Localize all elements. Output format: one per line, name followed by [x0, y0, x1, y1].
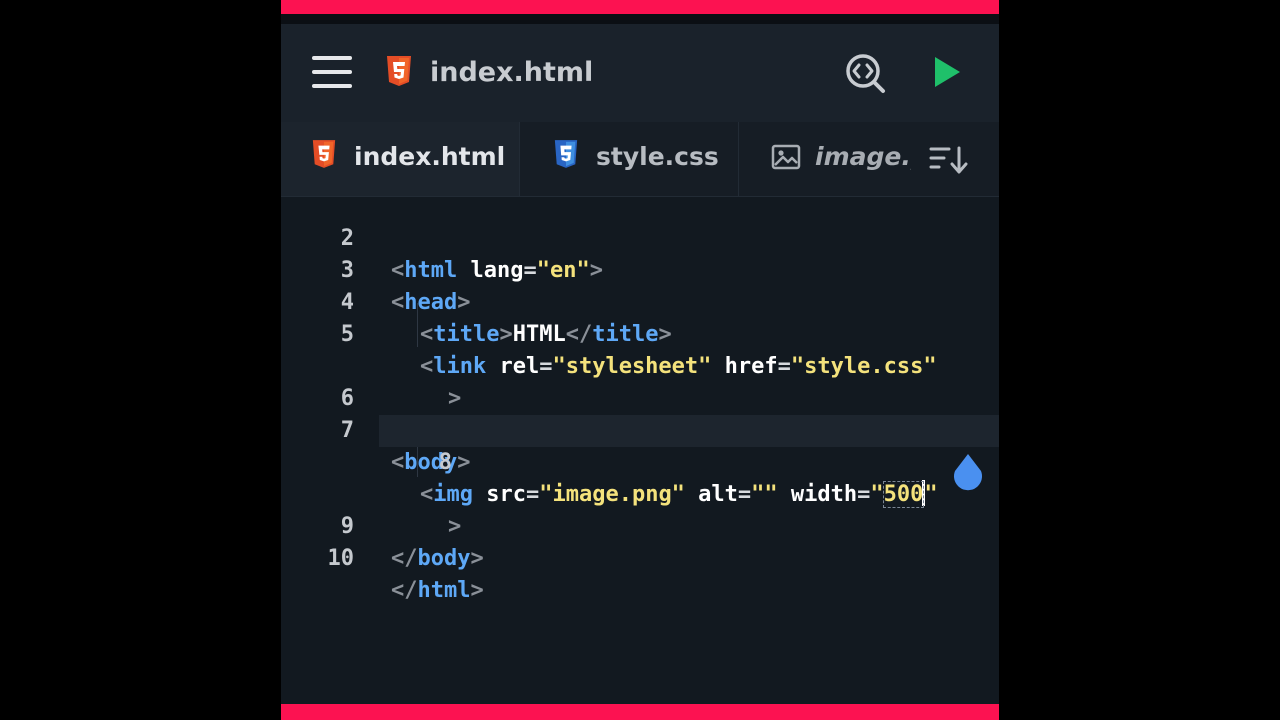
code-line[interactable]: 4 <title>HTML</title> — [281, 255, 999, 347]
play-icon[interactable] — [932, 55, 962, 89]
code-line[interactable]: 5 <link rel="stylesheet" href="style.css… — [281, 287, 999, 379]
html5-icon — [312, 140, 336, 168]
top-accent-bar — [281, 0, 999, 14]
code-line[interactable]: 7 <body> — [281, 383, 999, 475]
code-line-wrap[interactable]: > — [281, 319, 999, 411]
status-gap — [281, 14, 999, 24]
tab-bar: index.html style.css image.p — [281, 122, 999, 197]
cursor-handle-icon[interactable] — [950, 453, 986, 495]
code-text: </body> — [391, 546, 484, 571]
tab-style-css[interactable]: style.css — [519, 122, 739, 196]
code-line[interactable]: 10 </html> — [281, 511, 999, 603]
code-editor[interactable]: 2 <html lang="en"> 3 <head> 4 <title>HTM… — [281, 197, 999, 704]
app-title: index.html — [430, 57, 594, 88]
code-line-wrap[interactable]: > — [281, 447, 999, 539]
image-icon — [771, 144, 801, 170]
code-search-icon[interactable] — [844, 52, 886, 94]
tab-image-png[interactable]: image.p — [738, 122, 921, 196]
code-line[interactable]: 6 </head> — [281, 351, 999, 443]
line-number: 7 — [340, 418, 354, 443]
menu-icon[interactable] — [312, 54, 352, 90]
tab-index-html[interactable]: index.html — [281, 122, 519, 196]
code-line[interactable]: 3 <head> — [281, 223, 999, 315]
code-line[interactable]: 9 </body> — [281, 479, 999, 571]
sort-icon[interactable] — [929, 145, 969, 175]
code-line[interactable]: 2 <html lang="en"> — [281, 191, 999, 283]
tab-label: style.css — [596, 142, 719, 171]
line-number: 10 — [327, 546, 355, 571]
html5-icon — [387, 56, 411, 86]
css3-icon — [554, 140, 578, 168]
code-text: </html> — [391, 578, 484, 603]
tab-label: index.html — [354, 142, 506, 171]
app-bar: index.html — [281, 24, 999, 122]
phone-screen: index.html index.html style.css image. 2… — [281, 0, 999, 720]
current-code-line[interactable]: 8 <img src="image.png" alt="" width="500… — [379, 415, 999, 508]
tab-label: image.p — [815, 142, 911, 171]
bottom-accent-bar — [281, 704, 999, 720]
